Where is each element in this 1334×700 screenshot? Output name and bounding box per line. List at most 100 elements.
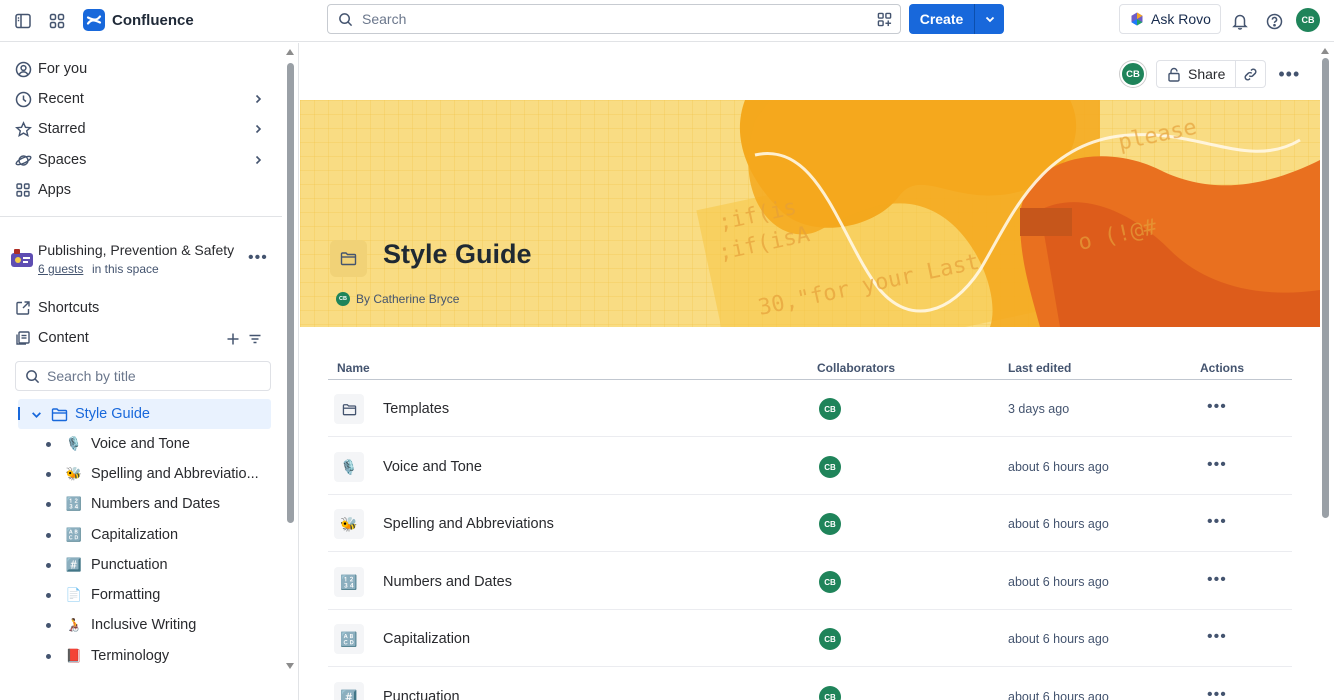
sidebar-item-apps[interactable]: Apps: [14, 177, 274, 203]
sidebar-item-spaces[interactable]: Spaces: [14, 147, 274, 173]
table-row[interactable]: Templates CB 3 days ago •••: [328, 380, 1292, 437]
scrollbar-thumb[interactable]: [1322, 58, 1329, 518]
tree-item-label: Terminology: [91, 648, 170, 664]
row-name-link[interactable]: Numbers and Dates: [383, 574, 512, 590]
chevron-right-icon[interactable]: [252, 123, 264, 135]
tree-item-numbers-and-dates[interactable]: 🔢 Numbers and Dates: [46, 492, 271, 516]
row-more-actions-icon[interactable]: •••: [1207, 513, 1227, 531]
sidebar-item-label: Recent: [38, 91, 84, 107]
scroll-up-arrow-icon[interactable]: [1321, 48, 1329, 54]
scroll-up-arrow-icon[interactable]: [286, 49, 294, 55]
author-avatar[interactable]: CB: [336, 292, 350, 306]
row-more-actions-icon[interactable]: •••: [1207, 628, 1227, 646]
clock-icon: [14, 90, 32, 108]
column-header-last-edited[interactable]: Last edited: [1008, 361, 1071, 375]
page-byline: CB By Catherine Bryce: [336, 292, 459, 306]
filter-icon[interactable]: [248, 332, 262, 346]
table-row[interactable]: #️⃣ Punctuation CB about 6 hours ago •••: [328, 668, 1292, 700]
tree-item-inclusive-writing[interactable]: 🧑‍🦽 Inclusive Writing: [46, 613, 271, 637]
chevron-right-icon[interactable]: [252, 93, 264, 105]
search-placeholder: Search: [362, 11, 407, 27]
space-guests-context: in this space: [92, 262, 159, 276]
more-actions-icon[interactable]: •••: [1278, 64, 1300, 85]
page-title: Style Guide: [383, 239, 532, 269]
space-header[interactable]: Publishing, Prevention & Safety 6 guests…: [10, 241, 275, 281]
collaborator-avatar[interactable]: CB: [819, 398, 841, 420]
ask-rovo-button[interactable]: Ask Rovo: [1119, 4, 1221, 34]
share-button[interactable]: Share: [1156, 60, 1237, 88]
tree-item-terminology[interactable]: 📕 Terminology: [46, 644, 271, 668]
create-button[interactable]: Create: [909, 4, 974, 34]
sidebar-item-for-you[interactable]: For you: [14, 56, 274, 82]
row-name-link[interactable]: Punctuation: [383, 689, 460, 700]
confluence-home-link[interactable]: Confluence: [83, 8, 194, 32]
search-input[interactable]: Search: [327, 4, 901, 34]
tree-item-label: Voice and Tone: [91, 436, 190, 452]
table-row[interactable]: 🔠 Capitalization CB about 6 hours ago ••…: [328, 610, 1292, 667]
sidebar-item-starred[interactable]: Starred: [14, 116, 274, 142]
planet-icon: [14, 151, 32, 169]
chevron-down-icon[interactable]: [30, 408, 42, 420]
scroll-down-arrow-icon[interactable]: [286, 663, 294, 669]
content-actions: [226, 332, 262, 346]
bullet: [46, 622, 51, 628]
row-last-edited: 3 days ago: [1008, 402, 1070, 416]
sidebar-scrollbar[interactable]: [286, 49, 294, 669]
tree-item-style-guide[interactable]: Style Guide: [18, 399, 271, 429]
book-icon: 📕: [65, 648, 83, 663]
sidebar-item-shortcuts[interactable]: Shortcuts: [14, 295, 274, 321]
tree-item-formatting[interactable]: 📄 Formatting: [46, 583, 271, 607]
byline-text: By Catherine Bryce: [356, 292, 460, 306]
help-icon[interactable]: [1261, 8, 1287, 34]
main-scrollbar[interactable]: [1320, 48, 1330, 700]
tree-item-label: Spelling and Abbreviatio...: [91, 466, 259, 482]
row-name-link[interactable]: Spelling and Abbreviations: [383, 516, 554, 532]
microphone-icon: 🎙️: [334, 452, 364, 482]
notifications-bell-icon[interactable]: [1227, 8, 1253, 34]
sidebar-item-recent[interactable]: Recent: [14, 86, 274, 112]
collaborator-avatar[interactable]: CB: [819, 628, 841, 650]
tree-item-label: Inclusive Writing: [91, 617, 197, 633]
bullet: [46, 471, 51, 477]
sidebar-divider: [0, 216, 282, 217]
collaborator-avatar[interactable]: CB: [1120, 61, 1146, 87]
bullet: [46, 441, 51, 447]
scrollbar-thumb[interactable]: [287, 63, 294, 523]
tree-item-spelling-and-abbreviations[interactable]: 🐝 Spelling and Abbreviatio...: [46, 462, 271, 486]
row-more-actions-icon[interactable]: •••: [1207, 571, 1227, 589]
sidebar-toggle-icon[interactable]: [10, 8, 36, 34]
user-avatar[interactable]: CB: [1296, 8, 1320, 32]
create-dropdown-chevron-icon[interactable]: [974, 4, 1004, 34]
search-by-title-input[interactable]: Search by title: [15, 361, 271, 391]
collaborator-avatar[interactable]: CB: [819, 571, 841, 593]
collaborator-avatar[interactable]: CB: [819, 513, 841, 535]
tree-item-capitalization[interactable]: 🔠 Capitalization: [46, 523, 271, 547]
table-row[interactable]: 🐝 Spelling and Abbreviations CB about 6 …: [328, 495, 1292, 552]
app-name: Confluence: [112, 11, 194, 29]
add-content-icon[interactable]: [226, 332, 240, 346]
table-row[interactable]: 🎙️ Voice and Tone CB about 6 hours ago •…: [328, 438, 1292, 495]
space-guests-link[interactable]: 6 guests: [38, 262, 83, 276]
row-more-actions-icon[interactable]: •••: [1207, 686, 1227, 700]
apps-icon: [14, 181, 32, 199]
row-name-link[interactable]: Voice and Tone: [383, 459, 482, 475]
tree-item-punctuation[interactable]: #️⃣ Punctuation: [46, 553, 271, 577]
search-filter-icon[interactable]: [876, 11, 892, 27]
collaborator-avatar[interactable]: CB: [819, 686, 841, 700]
abcd-icon: 🔠: [65, 527, 83, 542]
row-more-actions-icon[interactable]: •••: [1207, 456, 1227, 474]
space-avatar-icon: [10, 247, 34, 271]
column-header-name[interactable]: Name: [337, 361, 370, 375]
space-more-actions-icon[interactable]: •••: [248, 249, 268, 267]
row-name-link[interactable]: Templates: [383, 401, 449, 417]
chevron-right-icon[interactable]: [252, 154, 264, 166]
row-more-actions-icon[interactable]: •••: [1207, 398, 1227, 416]
tree-item-voice-and-tone[interactable]: 🎙️ Voice and Tone: [46, 432, 271, 456]
table-row[interactable]: 🔢 Numbers and Dates CB about 6 hours ago…: [328, 553, 1292, 610]
row-name-link[interactable]: Capitalization: [383, 631, 470, 647]
folder-icon: [334, 394, 364, 424]
search-by-title-placeholder: Search by title: [47, 368, 136, 384]
app-switcher-icon[interactable]: [44, 8, 70, 34]
collaborator-avatar[interactable]: CB: [819, 456, 841, 478]
copy-link-icon[interactable]: [1236, 60, 1267, 88]
